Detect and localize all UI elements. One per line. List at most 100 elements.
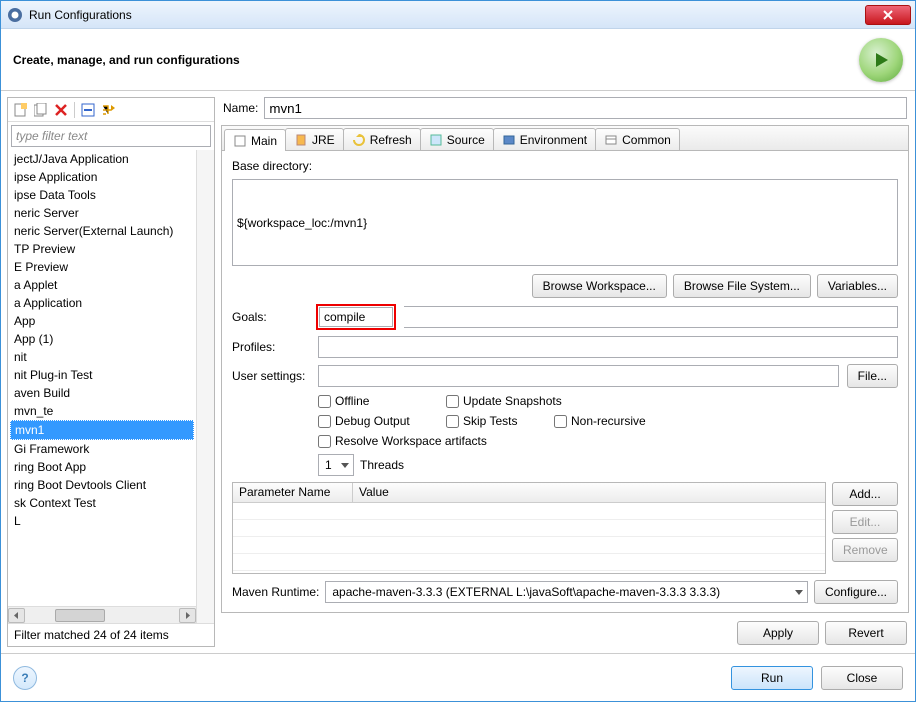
tree-item[interactable]: a Application xyxy=(10,294,194,312)
footer: ? Run Close xyxy=(1,653,915,701)
tab-jre-label: JRE xyxy=(312,133,335,147)
tree-item[interactable]: mvn_te xyxy=(10,402,194,420)
main-tab-icon xyxy=(233,134,247,148)
tree-item[interactable]: sk Context Test xyxy=(10,494,194,512)
skip-tests-checkbox[interactable]: Skip Tests xyxy=(446,414,536,428)
scroll-right-icon[interactable] xyxy=(179,608,196,623)
tree-item[interactable]: mvn1 xyxy=(10,420,194,440)
skip-tests-label: Skip Tests xyxy=(463,414,517,428)
threads-combo[interactable]: 1 xyxy=(318,454,354,476)
param-remove-button[interactable]: Remove xyxy=(832,538,898,562)
tree-item[interactable]: E Preview xyxy=(10,258,194,276)
name-input[interactable] xyxy=(264,97,907,119)
tree-item[interactable]: Gi Framework xyxy=(10,440,194,458)
name-label: Name: xyxy=(223,101,258,115)
tree-item[interactable]: neric Server(External Launch) xyxy=(10,222,194,240)
source-tab-icon xyxy=(429,133,443,147)
tree-item[interactable]: neric Server xyxy=(10,204,194,222)
runtime-combo[interactable]: apache-maven-3.3.3 (EXTERNAL L:\javaSoft… xyxy=(325,581,808,603)
revert-button[interactable]: Revert xyxy=(825,621,907,645)
runtime-label: Maven Runtime: xyxy=(232,585,319,599)
run-icon xyxy=(859,38,903,82)
update-snapshots-label: Update Snapshots xyxy=(463,394,562,408)
tree-item[interactable]: a Applet xyxy=(10,276,194,294)
common-tab-icon xyxy=(604,133,618,147)
profiles-input[interactable] xyxy=(318,336,898,358)
tab-environment[interactable]: Environment xyxy=(493,128,596,150)
variables-button[interactable]: Variables... xyxy=(817,274,898,298)
run-button[interactable]: Run xyxy=(731,666,813,690)
update-snapshots-checkbox[interactable]: Update Snapshots xyxy=(446,394,562,408)
user-settings-label: User settings: xyxy=(232,369,310,383)
duplicate-config-icon[interactable] xyxy=(32,101,50,119)
tab-refresh-label: Refresh xyxy=(370,133,412,147)
tab-refresh[interactable]: Refresh xyxy=(343,128,421,150)
tree-item[interactable]: TP Preview xyxy=(10,240,194,258)
browse-filesystem-button[interactable]: Browse File System... xyxy=(673,274,811,298)
resolve-workspace-checkbox[interactable]: Resolve Workspace artifacts xyxy=(318,434,538,448)
scroll-left-icon[interactable] xyxy=(8,608,25,623)
param-add-button[interactable]: Add... xyxy=(832,482,898,506)
tab-main[interactable]: Main xyxy=(224,129,286,151)
left-toolbar xyxy=(8,98,214,122)
base-directory-input[interactable] xyxy=(232,179,898,266)
tab-common-label: Common xyxy=(622,133,671,147)
file-button[interactable]: File... xyxy=(847,364,898,388)
browse-workspace-button[interactable]: Browse Workspace... xyxy=(532,274,667,298)
parameter-table[interactable]: Parameter Name Value xyxy=(232,482,826,574)
filter-icon[interactable] xyxy=(99,101,117,119)
param-col-name[interactable]: Parameter Name xyxy=(233,483,353,502)
tree-item[interactable]: aven Build xyxy=(10,384,194,402)
jre-tab-icon xyxy=(294,133,308,147)
runtime-value: apache-maven-3.3.3 (EXTERNAL L:\javaSoft… xyxy=(332,585,720,599)
right-panel: Name: Main JRE Refresh Source Environmen… xyxy=(221,97,909,647)
filter-status: Filter matched 24 of 24 items xyxy=(8,623,214,646)
tab-source[interactable]: Source xyxy=(420,128,494,150)
offline-checkbox[interactable]: Offline xyxy=(318,394,428,408)
window-title: Run Configurations xyxy=(29,8,865,22)
titlebar: Run Configurations xyxy=(1,1,915,29)
user-settings-input[interactable] xyxy=(318,365,839,387)
scroll-thumb[interactable] xyxy=(55,609,105,622)
help-button[interactable]: ? xyxy=(13,666,37,690)
new-config-icon[interactable] xyxy=(12,101,30,119)
delete-config-icon[interactable] xyxy=(52,101,70,119)
configure-button[interactable]: Configure... xyxy=(814,580,898,604)
v-scrollbar[interactable] xyxy=(196,150,214,623)
non-recursive-checkbox[interactable]: Non-recursive xyxy=(554,414,664,428)
tree-item[interactable]: ipse Data Tools xyxy=(10,186,194,204)
tree-item[interactable]: App xyxy=(10,312,194,330)
tree-item[interactable]: ring Boot Devtools Client xyxy=(10,476,194,494)
h-scrollbar[interactable] xyxy=(8,606,196,623)
debug-output-checkbox[interactable]: Debug Output xyxy=(318,414,428,428)
tab-jre[interactable]: JRE xyxy=(285,128,344,150)
tree-item[interactable]: ipse Application xyxy=(10,168,194,186)
refresh-tab-icon xyxy=(352,133,366,147)
app-icon xyxy=(7,7,23,23)
threads-value: 1 xyxy=(325,458,332,472)
tree-item[interactable]: L xyxy=(10,512,194,530)
tree-item[interactable]: nit xyxy=(10,348,194,366)
header-text: Create, manage, and run configurations xyxy=(13,53,859,67)
close-button[interactable]: Close xyxy=(821,666,903,690)
tree-item[interactable]: nit Plug-in Test xyxy=(10,366,194,384)
tab-environment-label: Environment xyxy=(520,133,587,147)
dialog-body: jectJ/Java Applicationipse Applicationip… xyxy=(1,91,915,653)
tab-container: Main JRE Refresh Source Environment Comm… xyxy=(221,125,909,613)
env-tab-icon xyxy=(502,133,516,147)
base-directory-label: Base directory: xyxy=(232,159,898,173)
param-col-value[interactable]: Value xyxy=(353,483,825,502)
config-tree[interactable]: jectJ/Java Applicationipse Applicationip… xyxy=(10,150,194,606)
filter-input[interactable] xyxy=(11,125,211,147)
tree-item[interactable]: ring Boot App xyxy=(10,458,194,476)
collapse-all-icon[interactable] xyxy=(79,101,97,119)
tab-common[interactable]: Common xyxy=(595,128,680,150)
tree-item[interactable]: jectJ/Java Application xyxy=(10,150,194,168)
non-recursive-label: Non-recursive xyxy=(571,414,646,428)
goals-input[interactable] xyxy=(319,307,393,327)
tree-item[interactable]: App (1) xyxy=(10,330,194,348)
window-close-button[interactable] xyxy=(865,5,911,25)
apply-button[interactable]: Apply xyxy=(737,621,819,645)
param-edit-button[interactable]: Edit... xyxy=(832,510,898,534)
tabs: Main JRE Refresh Source Environment Comm… xyxy=(222,126,908,151)
